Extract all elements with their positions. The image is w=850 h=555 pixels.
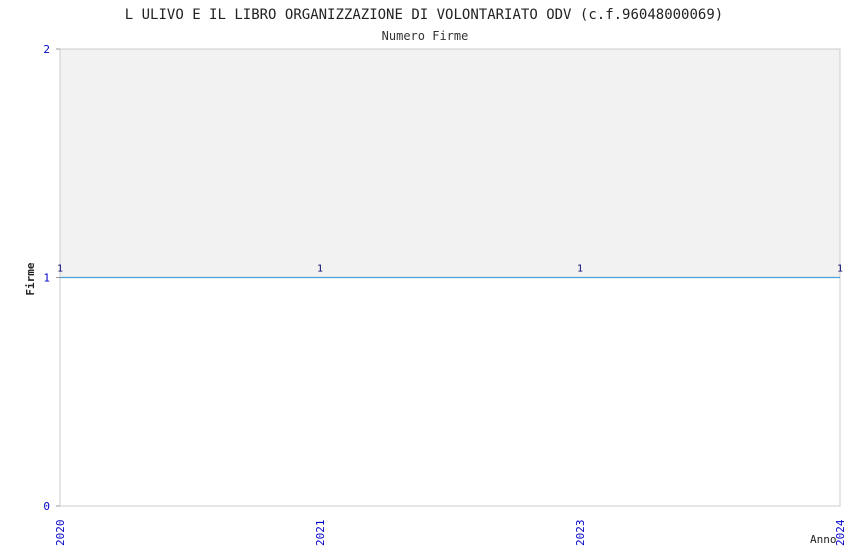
x-axis: 2020 2021 2023 2024: [54, 519, 847, 546]
plot-area: [59, 48, 841, 507]
y-axis: 0 1 2: [43, 43, 60, 513]
y-tick-label: 1: [43, 272, 50, 285]
y-axis-title: Firme: [24, 262, 37, 295]
x-tick-label: 2020: [54, 520, 67, 547]
x-axis-title: Anno: [810, 533, 837, 546]
upper-band: [60, 49, 840, 278]
data-label: 1: [317, 264, 323, 275]
y-tick-label: 2: [43, 43, 50, 56]
chart: L ULIVO E IL LIBRO ORGANIZZAZIONE DI VOL…: [0, 0, 850, 550]
chart-title: L ULIVO E IL LIBRO ORGANIZZAZIONE DI VOL…: [125, 7, 723, 23]
x-tick-label: 2023: [574, 520, 587, 547]
chart-subtitle: Numero Firme: [382, 29, 469, 43]
chart-svg: L ULIVO E IL LIBRO ORGANIZZAZIONE DI VOL…: [24, 7, 847, 546]
x-tick-label: 2021: [314, 520, 327, 547]
data-label: 1: [837, 264, 843, 275]
y-tick-label: 0: [43, 500, 50, 513]
data-label: 1: [577, 264, 583, 275]
data-label: 1: [57, 264, 63, 275]
